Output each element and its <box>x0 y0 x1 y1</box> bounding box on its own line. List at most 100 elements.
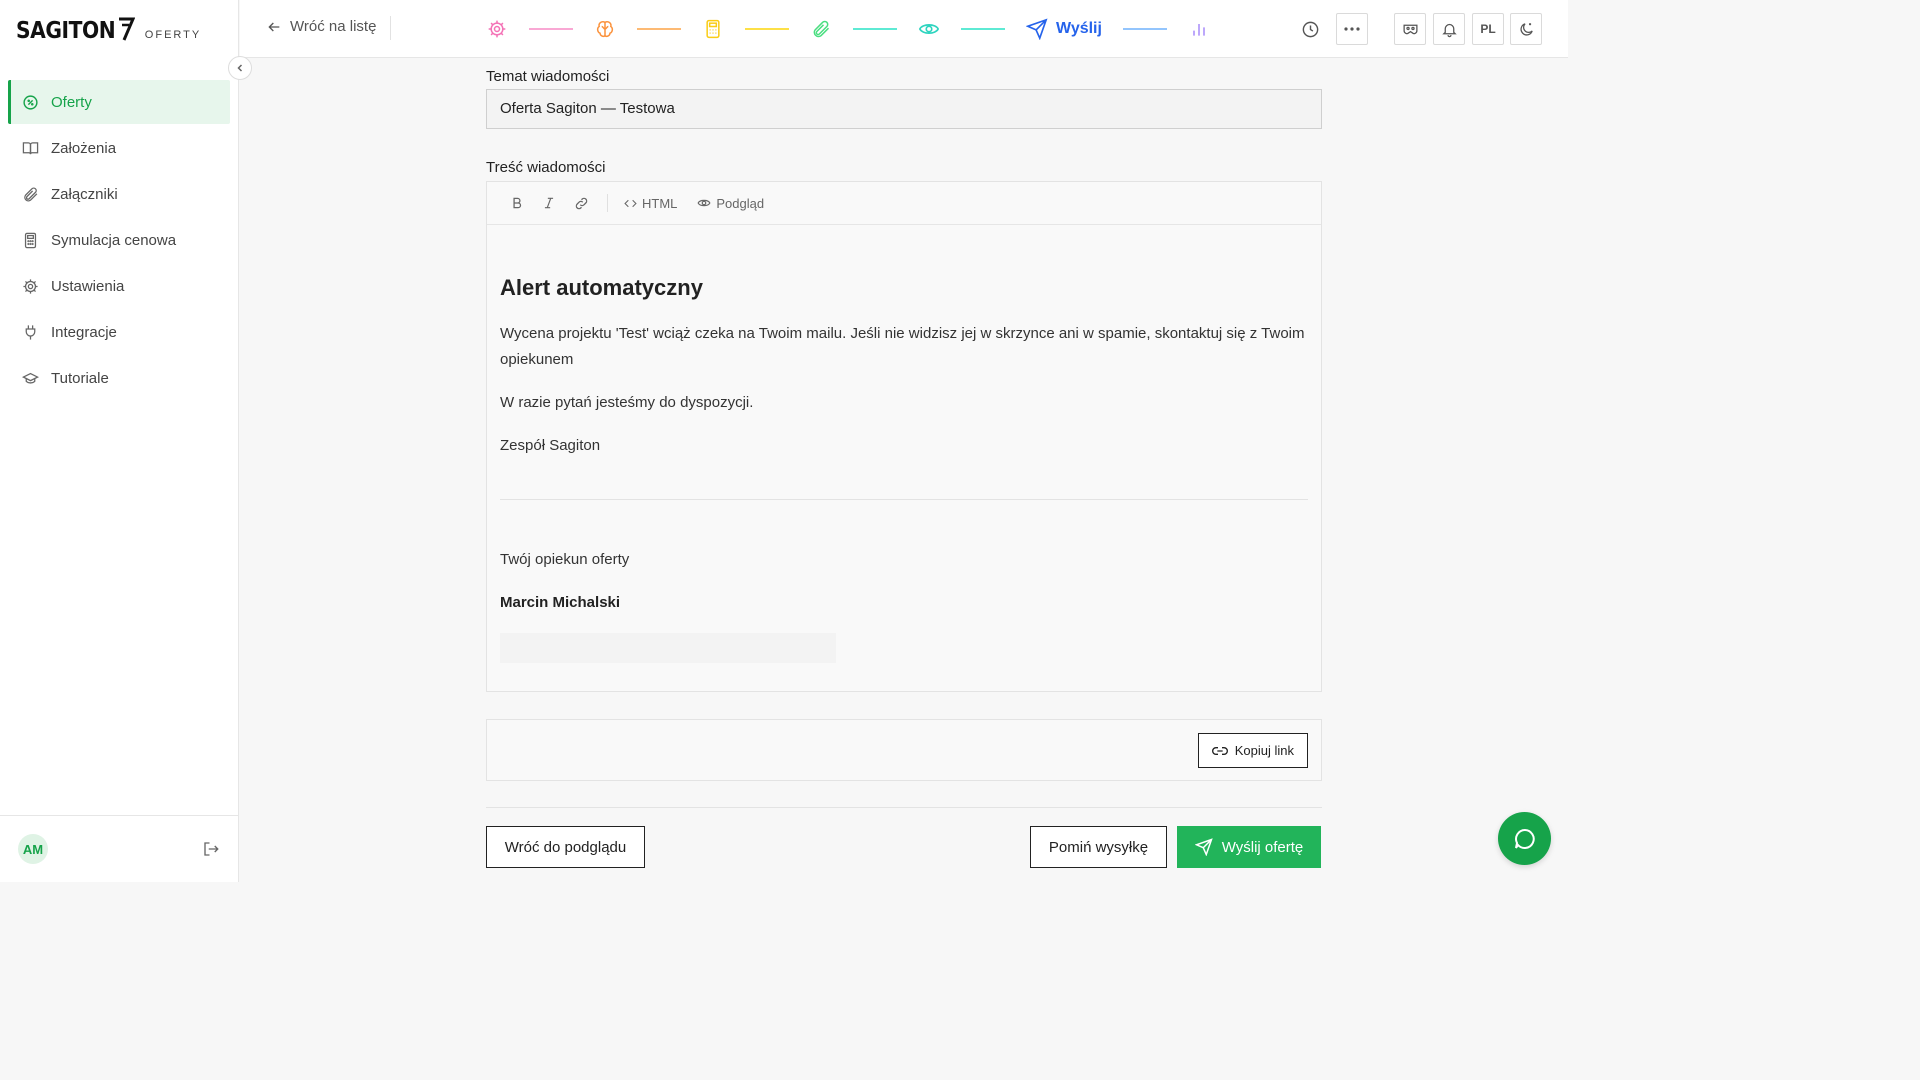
back-to-list-link[interactable]: Wróć na listę <box>266 18 376 35</box>
step-connector <box>1122 28 1167 30</box>
toolbar-divider <box>607 194 608 212</box>
divider <box>390 16 391 40</box>
copy-link-button[interactable]: Kopiuj link <box>1197 733 1308 768</box>
paperclip-icon <box>813 20 830 38</box>
calculator-icon <box>24 232 37 248</box>
step-connector <box>961 28 1005 30</box>
signature-name: Marcin Michalski <box>500 594 621 611</box>
eye-icon <box>697 199 711 207</box>
bar-chart-icon <box>1193 24 1205 36</box>
sidebar-item-label: Ustawienia <box>51 277 125 295</box>
avatar[interactable]: AM <box>18 834 48 864</box>
italic-button[interactable] <box>535 189 563 217</box>
sidebar-item-label: Symulacja cenowa <box>51 231 177 249</box>
offer-badge-icon <box>23 94 38 110</box>
copy-link-label: Kopiuj link <box>1234 743 1294 758</box>
theme-toggle[interactable] <box>1510 13 1542 45</box>
email-paragraph: Zespół Sagiton <box>500 437 601 454</box>
sidebar-item-label: Integracje <box>51 323 117 341</box>
email-paragraph: W razie pytań jesteśmy do dyspozycji. <box>500 394 754 411</box>
step-stats[interactable] <box>1188 18 1210 40</box>
step-send-label: Wyślij <box>1056 20 1102 37</box>
offer-link-panel: Kopiuj link <box>486 719 1322 781</box>
step-settings[interactable] <box>486 18 508 40</box>
rich-text-editor[interactable]: HTML Podgląd Alert automatyczny Wycena p… <box>486 181 1322 692</box>
chat-bubble-icon <box>1514 828 1535 849</box>
send-icon <box>1026 18 1048 40</box>
step-pricing[interactable] <box>702 18 724 40</box>
more-options-button[interactable] <box>1336 13 1368 45</box>
history-button[interactable] <box>1294 13 1326 45</box>
gear-icon <box>23 278 38 294</box>
back-to-list-label: Wróć na listę <box>290 18 377 35</box>
sidebar: SAGITON OFERTY Oferty Założenia Załączni… <box>0 0 239 882</box>
subject-input[interactable]: Oferta Sagiton — Testowa <box>486 89 1322 129</box>
sidebar-item-label: Załączniki <box>51 185 118 203</box>
logo-wordmark: SAGITON <box>16 18 116 44</box>
editor-content[interactable]: Alert automatyczny Wycena projektu 'Test… <box>487 225 1321 663</box>
preview-mode-label: Podgląd <box>716 195 765 211</box>
sidebar-item-label: Oferty <box>51 93 92 111</box>
signature-intro: Twój opiekun oferty <box>500 551 630 568</box>
sidebar-item-symulacja-cenowa[interactable]: Symulacja cenowa <box>8 218 230 262</box>
send-icon <box>1194 838 1213 856</box>
step-send[interactable]: Wyślij <box>1026 18 1102 40</box>
sidebar-item-tutoriale[interactable]: Tutoriale <box>8 356 230 400</box>
link-button[interactable] <box>567 189 595 217</box>
logo-product: OFERTY <box>144 29 202 41</box>
step-assumptions[interactable] <box>594 18 616 40</box>
html-mode-label: HTML <box>642 195 678 211</box>
subject-label: Temat wiadomości <box>486 68 610 85</box>
footer-divider <box>486 807 1322 808</box>
chat-launcher-button[interactable] <box>1498 812 1551 865</box>
sidebar-item-zalaczniki[interactable]: Załączniki <box>8 172 230 216</box>
html-mode-button[interactable]: HTML <box>620 189 681 217</box>
plug-icon <box>25 324 36 340</box>
calculator-icon <box>706 19 720 39</box>
arrow-left-icon <box>268 22 280 31</box>
logout-icon[interactable] <box>202 840 220 858</box>
email-heading: Alert automatyczny <box>500 275 703 300</box>
sidebar-item-oferty[interactable]: Oferty <box>8 80 230 124</box>
bold-button[interactable] <box>503 189 531 217</box>
bold-icon <box>513 197 522 209</box>
body-label: Treść wiadomości <box>486 159 606 176</box>
notifications-button[interactable] <box>1433 13 1465 45</box>
bell-icon <box>1441 23 1457 37</box>
feedback-button[interactable] <box>1394 13 1426 45</box>
step-preview[interactable] <box>918 18 940 40</box>
graduation-cap-icon <box>22 372 39 384</box>
sidebar-item-integracje[interactable]: Integracje <box>8 310 230 354</box>
mask-icon <box>1402 24 1418 34</box>
email-paragraph: Wycena projektu 'Test' wciąż czeka na Tw… <box>500 325 1305 368</box>
step-connector <box>529 28 573 30</box>
preview-mode-button[interactable]: Podgląd <box>693 189 768 217</box>
more-horizontal-icon <box>1344 27 1360 31</box>
topbar: Wróć na listę Wyślij PL <box>240 0 1568 58</box>
sidebar-item-ustawienia[interactable]: Ustawienia <box>8 264 230 308</box>
back-to-preview-button[interactable]: Wróć do podglądu <box>486 826 645 868</box>
sidebar-item-label: Tutoriale <box>51 369 109 387</box>
book-icon <box>22 141 39 154</box>
send-offer-label: Wyślij ofertę <box>1221 838 1304 856</box>
brain-icon <box>596 21 614 38</box>
sidebar-footer: AM <box>0 815 239 882</box>
link-icon <box>575 197 587 209</box>
eye-icon <box>918 24 940 34</box>
skip-send-button[interactable]: Pomiń wysyłkę <box>1030 826 1167 868</box>
gear-icon <box>488 20 506 38</box>
language-switcher[interactable]: PL <box>1472 13 1504 45</box>
logo-seven-mark <box>118 17 135 41</box>
chevron-left-icon <box>237 64 243 72</box>
code-icon <box>624 199 637 207</box>
email-divider <box>500 499 1308 500</box>
clock-icon <box>1302 21 1318 37</box>
send-offer-button[interactable]: Wyślij ofertę <box>1177 826 1321 868</box>
collapse-sidebar-button[interactable] <box>228 56 252 80</box>
link-icon <box>1211 746 1228 755</box>
logo[interactable]: SAGITON OFERTY <box>16 16 201 44</box>
step-attachments[interactable] <box>810 18 832 40</box>
sidebar-item-zalozenia[interactable]: Założenia <box>8 126 230 170</box>
paperclip-icon <box>24 187 38 201</box>
sidebar-item-label: Założenia <box>51 139 117 157</box>
